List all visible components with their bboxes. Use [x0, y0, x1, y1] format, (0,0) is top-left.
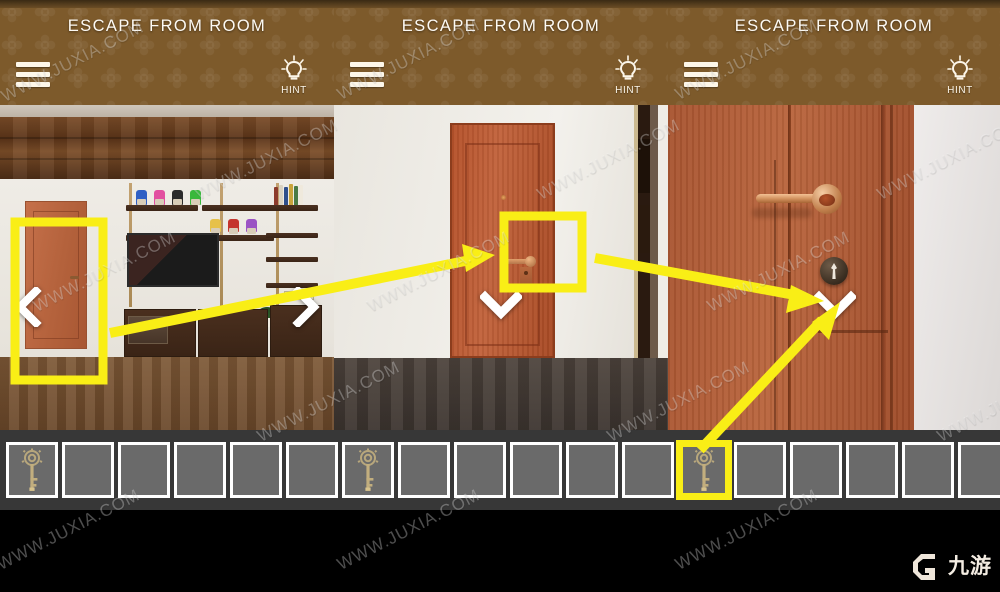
hint-label: HINT — [615, 85, 641, 96]
door-knob — [70, 276, 79, 279]
wood-floor — [0, 357, 334, 430]
toy-figure — [154, 190, 165, 205]
inventory-slot-filled[interactable] — [676, 440, 732, 500]
inventory-slot-empty[interactable] — [902, 442, 954, 498]
door-handle[interactable] — [752, 184, 842, 218]
hint-button[interactable]: HINT — [936, 55, 984, 96]
page-title: ESCAPE FROM ROOM — [734, 17, 934, 35]
cabinet[interactable] — [124, 309, 196, 357]
shelf-board — [266, 233, 318, 238]
shelf-post — [220, 183, 223, 307]
door-closeup-surface[interactable] — [668, 105, 914, 430]
room-door[interactable] — [450, 123, 555, 358]
shelf-unit[interactable]: 09:42 — [124, 179, 324, 357]
inventory-slot-empty[interactable] — [230, 442, 282, 498]
hint-button[interactable]: HINT — [604, 55, 652, 96]
shelf-board — [266, 205, 318, 211]
nav-right-arrow[interactable] — [290, 287, 320, 327]
hint-button[interactable]: HINT — [270, 55, 318, 96]
key-icon — [357, 448, 379, 491]
footer-1: STUDIO WAKABA — [0, 510, 334, 592]
ceiling — [0, 105, 334, 117]
toy-figure — [246, 219, 257, 234]
panel-2-header: ESCAPE FROM ROOM HINT — [334, 0, 668, 105]
lightbulb-icon — [281, 55, 307, 80]
toy-figure — [136, 190, 147, 205]
page-title: ESCAPE FROM ROOM — [67, 17, 267, 35]
lightbulb-icon — [947, 55, 973, 80]
book — [294, 186, 298, 205]
hamburger-menu-icon[interactable] — [350, 62, 384, 87]
book — [279, 185, 283, 205]
site-brand-badge: 九游 — [909, 548, 992, 582]
door-peephole — [500, 195, 506, 200]
nav-left-arrow[interactable] — [14, 287, 44, 327]
panel-3-header: ESCAPE FROM ROOM HINT — [668, 0, 1000, 105]
inventory-slot-filled[interactable] — [342, 442, 394, 498]
book — [274, 187, 278, 205]
hint-label: HINT — [281, 85, 307, 96]
footer-2: STUDIO WAKABA — [334, 510, 668, 592]
nav-down-arrow[interactable] — [814, 290, 856, 320]
hint-label: HINT — [947, 85, 973, 96]
hamburger-menu-icon[interactable] — [16, 62, 50, 87]
book — [284, 187, 288, 205]
panel-2-scene[interactable] — [334, 105, 668, 430]
cabinet[interactable] — [198, 309, 268, 357]
inventory-slot-empty[interactable] — [398, 442, 450, 498]
inventory-slot-empty[interactable] — [286, 442, 338, 498]
toy-figure — [228, 219, 239, 234]
door-lock-plate[interactable] — [520, 267, 532, 289]
jiuyou-logo-icon — [909, 548, 943, 582]
inventory-slot-empty[interactable] — [62, 442, 114, 498]
wood-beam — [0, 117, 334, 179]
inventory-slot-empty[interactable] — [958, 442, 1000, 498]
panel-3-scene[interactable] — [668, 105, 1000, 430]
wood-floor — [334, 358, 668, 430]
toy-figure — [172, 190, 183, 205]
panel-1-header: ESCAPE FROM ROOM HINT — [0, 0, 334, 105]
book — [299, 185, 303, 205]
book — [289, 184, 293, 205]
inventory-slot-empty[interactable] — [790, 442, 842, 498]
inventory-slot-row — [0, 430, 1000, 510]
door-handle[interactable] — [504, 256, 536, 267]
keyhole[interactable] — [820, 257, 848, 285]
toy-figure — [190, 190, 201, 205]
hamburger-menu-icon[interactable] — [684, 62, 718, 87]
page-title: ESCAPE FROM ROOM — [401, 17, 601, 35]
inventory-slot-empty[interactable] — [118, 442, 170, 498]
brand-name-cn: 九游 — [948, 554, 992, 578]
inventory-slot-empty[interactable] — [622, 442, 674, 498]
television — [127, 233, 219, 287]
lightbulb-icon — [615, 55, 641, 80]
toy-figure — [210, 219, 221, 234]
inventory-slot-empty[interactable] — [454, 442, 506, 498]
game-screenshot: ESCAPE FROM ROOM HINT 09:42 ESCAPE FROM … — [0, 0, 1000, 592]
inventory-slot-empty[interactable] — [566, 442, 618, 498]
cabinet-glass — [128, 316, 168, 344]
side-shelf-sliver — [634, 105, 668, 358]
key-icon — [693, 448, 715, 491]
inventory-slot-empty[interactable] — [510, 442, 562, 498]
shelf-board — [266, 257, 318, 262]
inventory-slot-empty[interactable] — [734, 442, 786, 498]
shelf-board — [126, 205, 198, 211]
key-icon — [21, 448, 43, 491]
inventory-slot-empty[interactable] — [174, 442, 226, 498]
inventory-slot-filled[interactable] — [6, 442, 58, 498]
inventory-slot-empty[interactable] — [846, 442, 898, 498]
wall — [914, 105, 1000, 430]
shelf-board — [202, 205, 274, 211]
inventory-bar — [0, 430, 1000, 510]
nav-down-arrow[interactable] — [480, 290, 522, 320]
panel-1-scene[interactable]: 09:42 — [0, 105, 334, 430]
